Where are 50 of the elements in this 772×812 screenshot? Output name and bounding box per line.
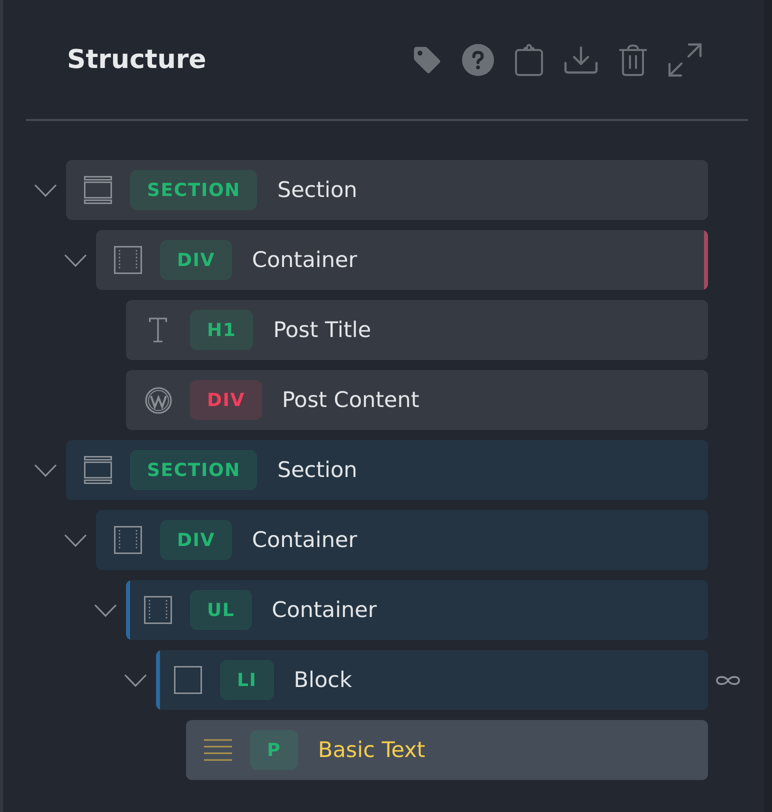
tree-item[interactable]: DIV Container <box>96 230 708 290</box>
square-icon <box>174 666 202 694</box>
element-label: Post Content <box>282 388 420 412</box>
tag-badge: H1 <box>190 310 254 350</box>
expand-icon[interactable] <box>668 42 702 76</box>
tag-icon[interactable] <box>413 46 441 74</box>
chevron-icon[interactable] <box>34 184 57 196</box>
section-layout-icon <box>84 456 112 484</box>
tree-item[interactable]: UL Container <box>126 580 708 640</box>
section-layout-icon <box>84 176 112 204</box>
dotted-frame-icon <box>114 526 142 554</box>
element-label: Section <box>277 458 358 482</box>
text-type-icon <box>148 317 168 343</box>
help-icon[interactable] <box>462 44 494 76</box>
infinity-icon[interactable] <box>716 674 740 686</box>
tree-item[interactable]: LI Block <box>156 650 708 710</box>
tree-item[interactable]: DIV Post Content <box>126 370 708 430</box>
element-label: Block <box>294 668 352 692</box>
element-label: Post Title <box>273 318 372 342</box>
element-label: Container <box>252 248 358 272</box>
download-icon[interactable] <box>564 46 598 74</box>
tag-badge: LI <box>220 660 274 700</box>
tree-item[interactable]: SECTION Section <box>66 440 708 500</box>
chevron-icon[interactable] <box>94 604 117 616</box>
tree-item[interactable]: P Basic Text <box>186 720 708 780</box>
chevron-icon[interactable] <box>124 674 147 686</box>
tag-badge: DIV <box>190 380 262 420</box>
panel-title: Structure <box>67 44 206 74</box>
tag-badge: DIV <box>160 240 232 280</box>
chevron-icon[interactable] <box>64 534 87 546</box>
tag-badge: SECTION <box>130 170 258 210</box>
dotted-frame-icon <box>114 246 142 274</box>
element-label: Section <box>277 178 358 202</box>
tag-badge: UL <box>190 590 252 630</box>
chevron-icon[interactable] <box>34 464 57 476</box>
trash-icon[interactable] <box>619 44 647 76</box>
text-lines-icon <box>204 739 232 761</box>
clipboard-icon[interactable] <box>515 44 543 76</box>
tree-item[interactable]: DIV Container <box>96 510 708 570</box>
dotted-frame-icon <box>144 596 172 624</box>
circle-logo-icon <box>144 386 172 414</box>
element-label: Container <box>252 528 358 552</box>
tree-item[interactable]: SECTION Section <box>66 160 708 220</box>
element-label: Container <box>272 598 377 622</box>
tag-badge: P <box>250 730 298 770</box>
element-label: Basic Text <box>318 738 426 762</box>
tree-item[interactable]: H1 Post Title <box>126 300 708 360</box>
tag-badge: SECTION <box>130 450 258 490</box>
chevron-icon[interactable] <box>64 254 87 266</box>
tag-badge: DIV <box>160 520 232 560</box>
